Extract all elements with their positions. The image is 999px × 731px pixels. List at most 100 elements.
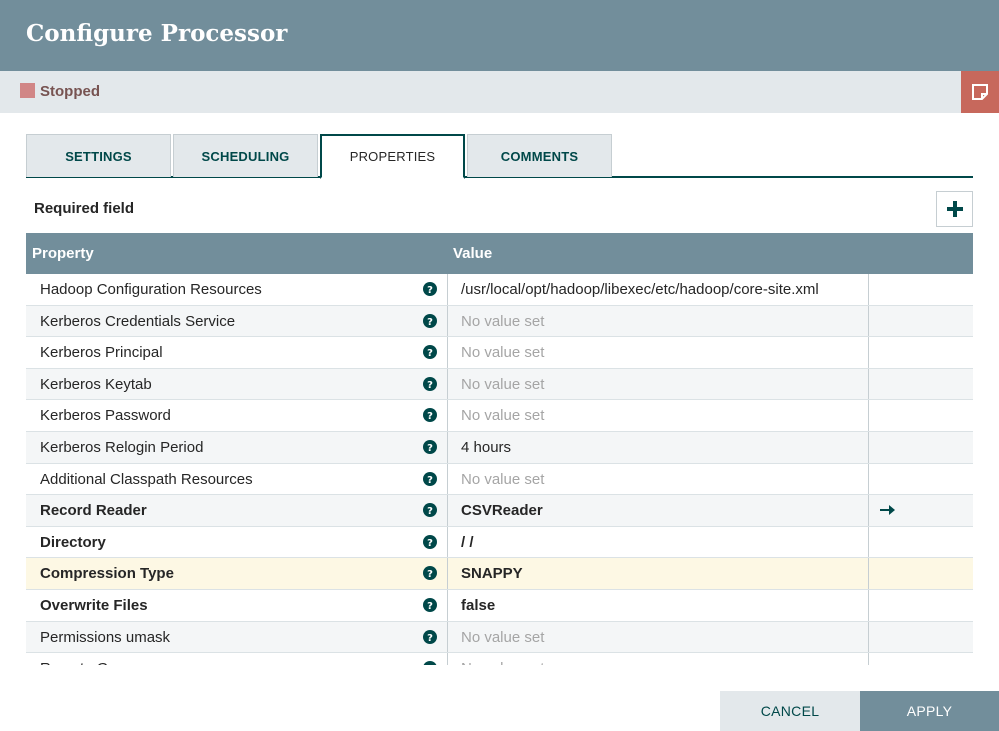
column-divider <box>447 305 448 337</box>
column-divider <box>447 621 448 653</box>
svg-text:?: ? <box>427 538 433 549</box>
column-divider <box>868 653 869 665</box>
column-divider <box>868 368 869 400</box>
column-divider <box>868 558 869 589</box>
table-row[interactable]: Kerberos Principal? No value set <box>26 337 973 369</box>
column-header-value: Value <box>453 245 493 262</box>
table-row[interactable]: Remote Group? No value set <box>26 653 973 665</box>
help-circle-icon[interactable]: ? <box>423 597 437 612</box>
table-row[interactable]: Kerberos Credentials Service? No value se… <box>26 305 973 338</box>
table-row[interactable]: Kerberos Keytab? No value set <box>26 368 973 401</box>
property-value[interactable]: / / <box>461 534 866 551</box>
column-divider <box>447 558 448 589</box>
svg-text:?: ? <box>427 506 433 517</box>
column-divider <box>447 400 448 431</box>
property-value[interactable]: No value set <box>461 376 866 393</box>
table-row[interactable]: Kerberos Password? No value set <box>26 400 973 432</box>
dialog-title: Configure Processor <box>26 20 288 47</box>
column-header-property: Property <box>32 245 94 262</box>
svg-text:?: ? <box>427 317 433 328</box>
table-row[interactable]: Overwrite Files? false <box>26 589 973 622</box>
table-row[interactable]: Hadoop Configuration Resources? /usr/loca… <box>26 274 973 306</box>
column-divider <box>868 463 869 495</box>
property-value[interactable]: CSVReader <box>461 502 866 519</box>
column-divider <box>868 337 869 368</box>
property-name: Additional Classpath Resources <box>40 470 253 488</box>
table-row[interactable]: Directory? / / <box>26 526 973 559</box>
tab-properties[interactable]: PROPERTIES <box>320 134 465 179</box>
column-divider <box>868 431 869 463</box>
arrow-right-icon[interactable] <box>878 501 898 519</box>
property-value[interactable]: No value set <box>461 629 866 646</box>
apply-button[interactable]: APPLY <box>860 691 999 731</box>
property-value[interactable]: /usr/local/opt/hadoop/libexec/etc/hadoop… <box>461 281 866 298</box>
svg-text:?: ? <box>427 443 433 454</box>
table-row[interactable]: Compression Type? SNAPPY <box>26 558 973 590</box>
help-circle-icon[interactable]: ? <box>423 408 437 423</box>
sticky-note-icon <box>972 84 988 100</box>
help-circle-icon[interactable]: ? <box>423 503 437 518</box>
cancel-button[interactable]: CANCEL <box>720 691 860 731</box>
help-circle-icon[interactable]: ? <box>423 566 437 581</box>
property-name: Record Reader <box>40 502 147 520</box>
svg-text:?: ? <box>427 569 433 580</box>
column-divider <box>447 274 448 305</box>
table-row[interactable]: Kerberos Relogin Period? 4 hours <box>26 431 973 464</box>
tab-settings[interactable]: SETTINGS <box>26 134 171 177</box>
column-divider <box>447 368 448 400</box>
property-name: Permissions umask <box>40 628 171 646</box>
property-name: Remote Group <box>40 660 138 665</box>
property-name: Kerberos Principal <box>40 344 163 362</box>
tab-bar: SETTINGS SCHEDULING PROPERTIES COMMENTS <box>26 134 973 179</box>
help-circle-icon[interactable]: ? <box>423 534 437 549</box>
column-divider <box>447 337 448 368</box>
column-divider <box>868 400 869 431</box>
required-field-label: Required field <box>34 200 135 217</box>
property-name: Directory <box>40 533 106 551</box>
plus-icon <box>946 201 963 217</box>
column-divider <box>868 274 869 305</box>
help-circle-icon[interactable]: ? <box>423 439 437 454</box>
property-name: Overwrite Files <box>40 596 148 614</box>
property-value[interactable]: No value set <box>461 660 866 665</box>
column-divider <box>447 431 448 463</box>
table-header: Property Value <box>26 233 973 274</box>
property-name: Kerberos Keytab <box>40 375 152 393</box>
property-value[interactable]: No value set <box>461 407 866 424</box>
help-circle-icon[interactable]: ? <box>423 661 437 665</box>
table-row[interactable]: Permissions umask? No value set <box>26 621 973 654</box>
tab-comments[interactable]: COMMENTS <box>467 134 612 177</box>
property-value[interactable]: No value set <box>461 344 866 361</box>
help-circle-icon[interactable]: ? <box>423 629 437 644</box>
help-circle-icon[interactable]: ? <box>423 471 437 486</box>
help-circle-icon[interactable]: ? <box>423 313 437 328</box>
status-bar: Stopped <box>0 71 999 113</box>
column-divider <box>447 463 448 495</box>
property-value[interactable]: SNAPPY <box>461 565 866 582</box>
help-circle-icon[interactable]: ? <box>423 376 437 391</box>
property-name: Hadoop Configuration Resources <box>40 281 262 298</box>
svg-text:?: ? <box>427 285 433 296</box>
help-circle-icon[interactable]: ? <box>423 345 437 360</box>
svg-text:?: ? <box>427 664 433 665</box>
sticky-note-button[interactable] <box>961 71 999 113</box>
column-divider <box>868 621 869 653</box>
svg-text:?: ? <box>427 380 433 391</box>
column-divider <box>447 653 448 665</box>
table-row[interactable]: Record Reader? CSVReader <box>26 495 973 527</box>
property-value[interactable]: No value set <box>461 471 866 488</box>
svg-text:?: ? <box>427 411 433 422</box>
stopped-icon <box>20 83 35 98</box>
add-property-button[interactable] <box>936 191 973 227</box>
column-divider <box>447 495 448 526</box>
column-divider <box>447 589 448 621</box>
dialog-header: Configure Processor <box>0 0 999 71</box>
property-name: Kerberos Credentials Service <box>40 312 236 330</box>
tab-scheduling[interactable]: SCHEDULING <box>173 134 318 177</box>
property-value[interactable]: false <box>461 597 866 614</box>
svg-text:?: ? <box>427 348 433 359</box>
help-circle-icon[interactable]: ? <box>423 282 437 296</box>
table-row[interactable]: Additional Classpath Resources? No value … <box>26 463 973 496</box>
property-value[interactable]: No value set <box>461 313 866 330</box>
property-value[interactable]: 4 hours <box>461 439 866 456</box>
